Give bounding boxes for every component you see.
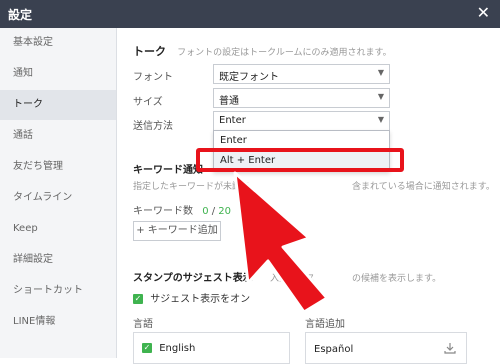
highlight-annotation-box: [196, 148, 404, 172]
keyword-section-title: キーワード通知: [133, 165, 203, 176]
sidebar-item-friends[interactable]: 友だち管理: [0, 152, 116, 182]
sidebar-item-basic[interactable]: 基本設定: [0, 28, 116, 58]
font-select-value: 既定フォント: [219, 72, 279, 83]
font-label: フォント: [133, 72, 173, 83]
talk-section-note: フォントの設定はトークルームにのみ適用されます。: [177, 48, 392, 58]
talk-section-header: トーク フォントの設定はトークルームにのみ適用されます。: [133, 40, 392, 59]
talk-section-title: トーク: [133, 45, 166, 58]
chevron-down-icon: ▼: [377, 68, 384, 77]
language-list-available: Español: [305, 332, 467, 364]
sidebar-item-timeline[interactable]: タイムライン: [0, 183, 116, 213]
send-method-select-value: Enter: [219, 115, 246, 126]
size-select-value: 普通: [219, 96, 239, 107]
keyword-note-right: 含まれている場合に通知されます。: [352, 182, 495, 192]
send-method-select[interactable]: Enter ▼: [213, 111, 390, 131]
check-icon[interactable]: ✓: [133, 294, 143, 304]
sidebar-item-keep[interactable]: Keep: [0, 214, 116, 244]
red-arrow-annotation: [233, 171, 329, 314]
keyword-count-label: キーワード数: [133, 206, 193, 217]
sidebar-item-calls[interactable]: 通話: [0, 121, 116, 151]
font-select[interactable]: 既定フォント ▼: [213, 64, 390, 84]
download-icon[interactable]: [444, 342, 456, 354]
sidebar-item-notifications[interactable]: 通知: [0, 59, 116, 89]
language-espanol-label: Español: [314, 344, 354, 355]
sidebar-item-line-info[interactable]: LINE情報: [0, 307, 116, 337]
sidebar-item-shortcuts[interactable]: ショートカット: [0, 276, 116, 306]
sidebar-item-advanced[interactable]: 詳細設定: [0, 245, 116, 275]
window-title: 設定: [8, 8, 33, 22]
sidebar: 基本設定 通知 トーク 通話 友だち管理 タイムライン Keep 詳細設定 ショ…: [0, 28, 117, 358]
close-icon[interactable]: ✕: [477, 3, 490, 23]
language-header: 言語: [133, 319, 153, 330]
language-item-english[interactable]: ✓ English: [142, 343, 195, 354]
size-label: サイズ: [133, 97, 163, 108]
size-select[interactable]: 普通 ▼: [213, 88, 390, 108]
chevron-down-icon: ▼: [377, 92, 384, 101]
chevron-down-icon: ▼: [377, 115, 384, 124]
send-method-label: 送信方法: [133, 121, 173, 132]
stamp-note-right: の候補を表示します。: [352, 274, 442, 284]
language-list-selected: ✓ English: [133, 332, 290, 364]
check-icon[interactable]: ✓: [142, 343, 152, 353]
sidebar-item-talk[interactable]: トーク: [0, 90, 116, 120]
language-english-label: English: [159, 343, 196, 354]
title-bar: 設定 ✕: [0, 0, 500, 28]
